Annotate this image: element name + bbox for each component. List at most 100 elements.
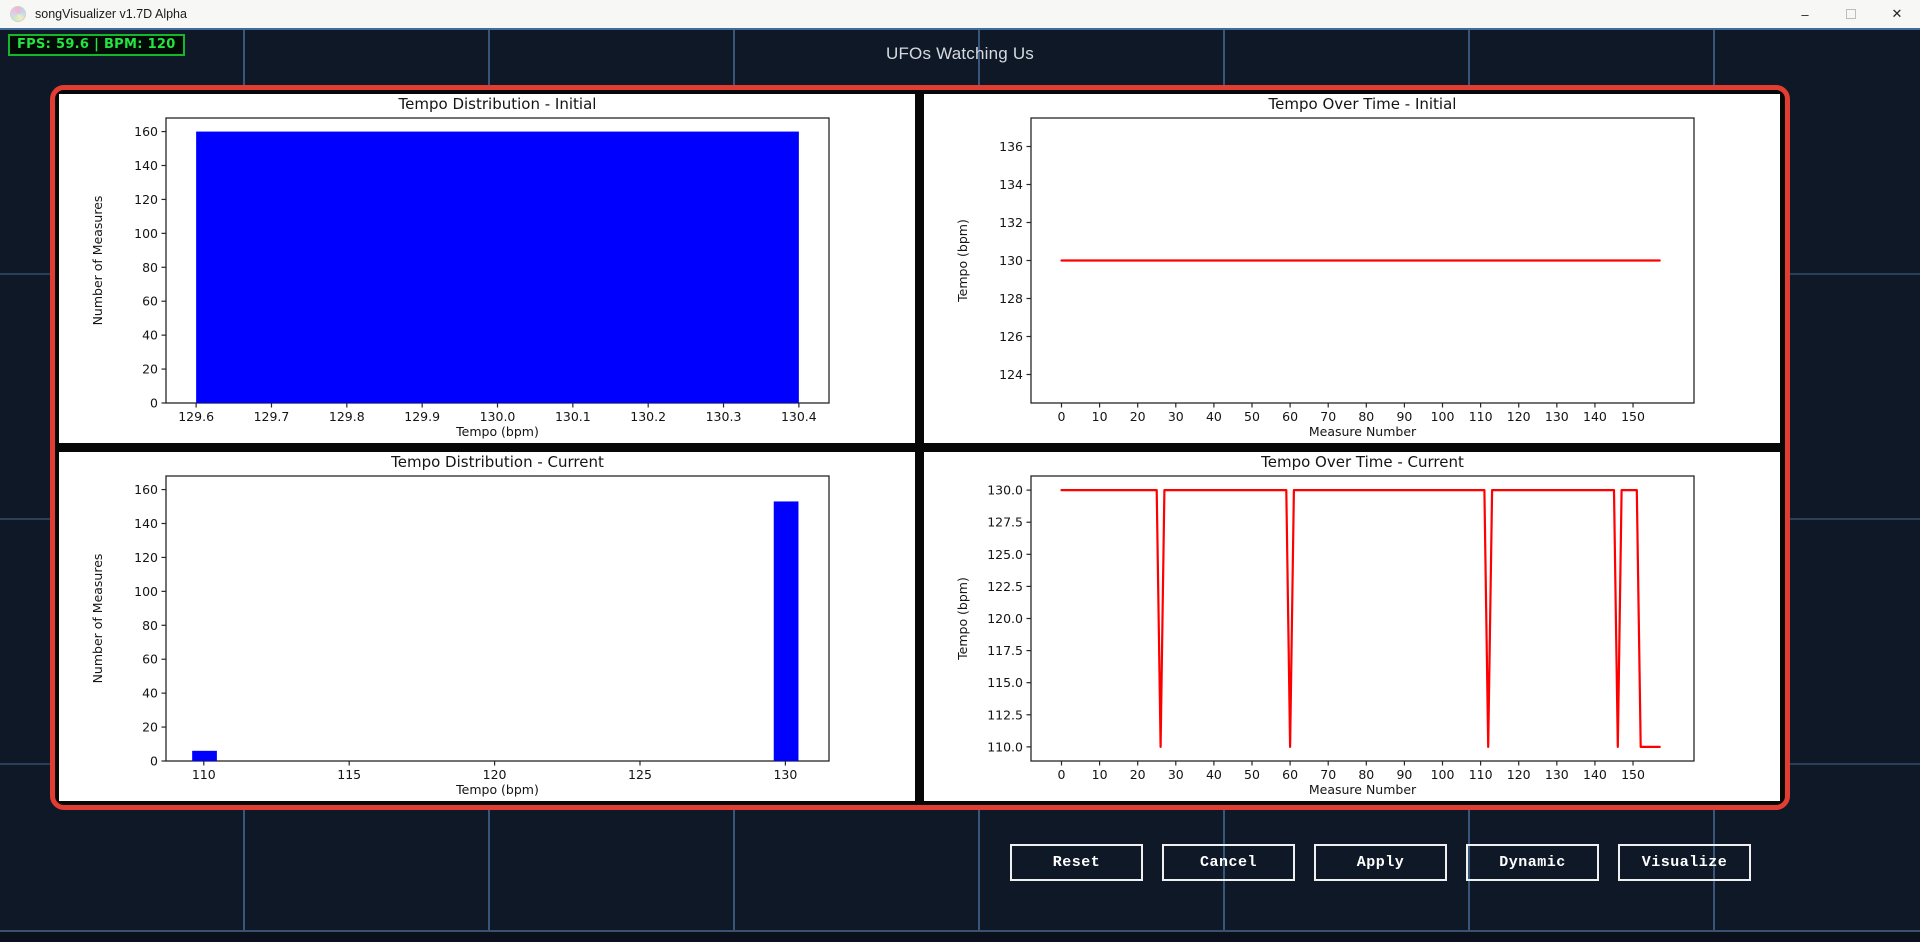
chart-tempo-distribution-current: Tempo Distribution - Current020406080100… — [59, 452, 915, 801]
svg-text:120: 120 — [1507, 767, 1531, 782]
svg-text:30: 30 — [1168, 767, 1184, 782]
svg-text:0: 0 — [1058, 409, 1066, 424]
svg-text:130: 130 — [999, 253, 1023, 268]
svg-text:122.5: 122.5 — [987, 579, 1023, 594]
svg-text:140: 140 — [134, 516, 158, 531]
svg-text:160: 160 — [134, 482, 158, 497]
svg-text:100: 100 — [1431, 767, 1455, 782]
svg-text:100: 100 — [134, 584, 158, 599]
action-button-row: Reset Cancel Apply Dynamic Visualize — [1010, 844, 1751, 881]
svg-text:40: 40 — [142, 328, 158, 343]
svg-text:60: 60 — [142, 652, 158, 667]
svg-text:20: 20 — [1130, 409, 1146, 424]
svg-text:130.1: 130.1 — [555, 409, 591, 424]
chart-tempo-over-time-initial: Tempo Over Time - Initial124126128130132… — [924, 94, 1780, 443]
app-canvas: FPS: 59.6 | BPM: 120 UFOs Watching Us Te… — [0, 28, 1920, 942]
svg-text:150: 150 — [1621, 409, 1645, 424]
svg-text:110: 110 — [1469, 409, 1493, 424]
svg-text:160: 160 — [134, 124, 158, 139]
svg-text:125: 125 — [628, 767, 652, 782]
svg-text:80: 80 — [142, 618, 158, 633]
svg-text:Tempo (bpm): Tempo (bpm) — [955, 577, 970, 661]
svg-text:80: 80 — [142, 260, 158, 275]
svg-text:125.0: 125.0 — [987, 547, 1023, 562]
svg-text:124: 124 — [999, 367, 1023, 382]
svg-text:60: 60 — [142, 294, 158, 309]
svg-text:Number of Measures: Number of Measures — [90, 554, 105, 684]
svg-text:Tempo (bpm): Tempo (bpm) — [455, 782, 539, 797]
svg-text:10: 10 — [1092, 767, 1108, 782]
reset-button[interactable]: Reset — [1010, 844, 1143, 881]
close-icon: ✕ — [1892, 6, 1903, 22]
minimize-button[interactable]: – — [1782, 0, 1828, 28]
dynamic-button[interactable]: Dynamic — [1466, 844, 1599, 881]
svg-text:127.5: 127.5 — [987, 515, 1023, 530]
chart-tempo-over-time-current: Tempo Over Time - Current110.0112.5115.0… — [924, 452, 1780, 801]
cancel-button[interactable]: Cancel — [1162, 844, 1295, 881]
svg-text:Tempo Distribution - Current: Tempo Distribution - Current — [390, 453, 604, 471]
svg-text:50: 50 — [1244, 409, 1260, 424]
svg-text:130: 130 — [773, 767, 797, 782]
svg-text:Tempo Distribution - Initial: Tempo Distribution - Initial — [398, 95, 597, 113]
svg-text:136: 136 — [999, 139, 1023, 154]
window-bottom-edge — [0, 930, 1920, 942]
svg-text:60: 60 — [1282, 409, 1298, 424]
titlebar: songVisualizer v1.7D Alpha – ✕ — [0, 0, 1920, 28]
svg-text:0: 0 — [1058, 767, 1066, 782]
song-title: UFOs Watching Us — [0, 44, 1920, 64]
svg-text:0: 0 — [150, 754, 158, 769]
apply-button[interactable]: Apply — [1314, 844, 1447, 881]
svg-text:20: 20 — [1130, 767, 1146, 782]
window-controls: – ✕ — [1782, 0, 1920, 28]
svg-text:Tempo Over Time - Current: Tempo Over Time - Current — [1260, 453, 1464, 471]
svg-text:70: 70 — [1320, 767, 1336, 782]
svg-text:130.3: 130.3 — [706, 409, 742, 424]
svg-text:100: 100 — [1431, 409, 1455, 424]
svg-text:130.0: 130.0 — [987, 483, 1023, 498]
svg-text:Tempo (bpm): Tempo (bpm) — [955, 219, 970, 303]
svg-text:50: 50 — [1244, 767, 1260, 782]
svg-text:110: 110 — [1469, 767, 1493, 782]
svg-text:80: 80 — [1358, 767, 1374, 782]
svg-text:110: 110 — [192, 767, 216, 782]
svg-text:120.0: 120.0 — [987, 611, 1023, 626]
svg-text:129.6: 129.6 — [178, 409, 214, 424]
svg-text:100: 100 — [134, 226, 158, 241]
chart-frame: Tempo Distribution - Initial020406080100… — [50, 85, 1790, 810]
maximize-button[interactable] — [1828, 0, 1874, 28]
svg-text:117.5: 117.5 — [987, 643, 1023, 658]
svg-text:112.5: 112.5 — [987, 707, 1023, 722]
svg-text:20: 20 — [142, 362, 158, 377]
svg-text:140: 140 — [134, 158, 158, 173]
close-button[interactable]: ✕ — [1874, 0, 1920, 28]
svg-text:Measure Number: Measure Number — [1309, 782, 1417, 797]
visualize-button[interactable]: Visualize — [1618, 844, 1751, 881]
svg-text:Number of Measures: Number of Measures — [90, 196, 105, 326]
svg-text:134: 134 — [999, 177, 1023, 192]
svg-text:128: 128 — [999, 291, 1023, 306]
svg-text:Tempo Over Time - Initial: Tempo Over Time - Initial — [1268, 95, 1457, 113]
svg-text:140: 140 — [1583, 409, 1607, 424]
app-icon — [10, 6, 26, 22]
svg-text:120: 120 — [134, 550, 158, 565]
svg-text:120: 120 — [483, 767, 507, 782]
svg-text:90: 90 — [1396, 409, 1412, 424]
svg-text:130.0: 130.0 — [480, 409, 516, 424]
svg-text:120: 120 — [134, 192, 158, 207]
svg-text:129.7: 129.7 — [254, 409, 290, 424]
svg-text:60: 60 — [1282, 767, 1298, 782]
svg-text:110.0: 110.0 — [987, 739, 1023, 754]
svg-text:80: 80 — [1358, 409, 1374, 424]
svg-text:Tempo (bpm): Tempo (bpm) — [455, 424, 539, 439]
maximize-icon — [1846, 9, 1856, 19]
svg-text:132: 132 — [999, 215, 1023, 230]
svg-text:129.8: 129.8 — [329, 409, 365, 424]
svg-text:120: 120 — [1507, 409, 1531, 424]
svg-text:130.4: 130.4 — [781, 409, 817, 424]
svg-text:Measure Number: Measure Number — [1309, 424, 1417, 439]
svg-text:10: 10 — [1092, 409, 1108, 424]
svg-text:30: 30 — [1168, 409, 1184, 424]
svg-text:130.2: 130.2 — [630, 409, 666, 424]
svg-text:140: 140 — [1583, 767, 1607, 782]
svg-text:0: 0 — [150, 396, 158, 411]
